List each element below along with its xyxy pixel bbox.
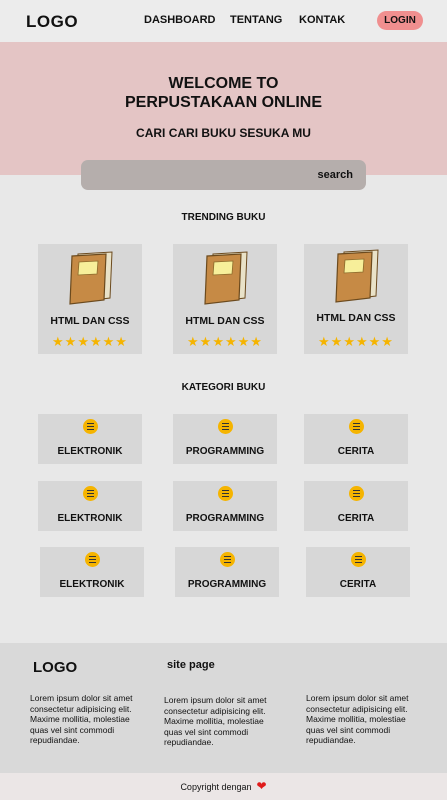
book-title: HTML DAN CSS [50, 315, 130, 327]
navbar: LOGO DASHBOARD TENTANG KONTAK LOGIN [0, 0, 447, 42]
logo[interactable]: LOGO [26, 12, 78, 32]
login-button[interactable]: LOGIN [377, 11, 423, 30]
list-icon [220, 552, 235, 567]
list-icon [218, 419, 233, 434]
trending-title: TRENDING BUKU [181, 212, 266, 223]
category-label: CERITA [339, 579, 377, 590]
category-card[interactable]: CERITA [304, 481, 408, 531]
book-icon [69, 251, 113, 305]
category-card[interactable]: ELEKTRONIK [40, 547, 144, 597]
category-card[interactable]: CERITA [304, 414, 408, 464]
footer-text: Lorem ipsum dolor sit amet consectetur a… [164, 695, 267, 747]
footer-site-page[interactable]: site page [167, 659, 215, 671]
list-icon [83, 419, 98, 434]
rating-stars: ★★★★★★ [187, 334, 263, 349]
search-input[interactable]: search [81, 160, 366, 190]
category-card[interactable]: PROGRAMMING [173, 481, 277, 531]
book-title: HTML DAN CSS [316, 312, 396, 324]
book-card[interactable]: HTML DAN CSS ★★★★★★ [173, 244, 277, 354]
list-icon [349, 419, 364, 434]
category-label: PROGRAMMING [185, 513, 265, 524]
footer-logo[interactable]: LOGO [33, 659, 77, 676]
rating-stars: ★★★★★★ [318, 334, 394, 349]
rating-stars: ★★★★★★ [52, 334, 128, 349]
category-label: PROGRAMMING [185, 446, 265, 457]
category-label: CERITA [337, 446, 375, 457]
categories-title: KATEGORI BUKU [181, 382, 266, 393]
category-card[interactable]: PROGRAMMING [173, 414, 277, 464]
search-button[interactable]: search [318, 169, 353, 181]
nav-link-dashboard[interactable]: DASHBOARD [144, 14, 216, 26]
footer-text: Lorem ipsum dolor sit amet consectetur a… [30, 693, 133, 745]
copyright-text: Copyright dengan [180, 782, 252, 792]
book-card[interactable]: HTML DAN CSS ★★★★★★ [304, 244, 408, 354]
category-label: PROGRAMMING [187, 579, 267, 590]
book-card[interactable]: HTML DAN CSS ★★★★★★ [38, 244, 142, 354]
category-card[interactable]: ELEKTRONIK [38, 481, 142, 531]
category-card[interactable]: CERITA [306, 547, 410, 597]
nav-link-tentang[interactable]: TENTANG [230, 14, 282, 26]
copyright-bar: Copyright dengan ❤ [0, 773, 447, 800]
hero-title-line1: WELCOME TO [168, 75, 279, 92]
list-icon [349, 486, 364, 501]
book-icon [335, 249, 379, 303]
category-label: CERITA [337, 513, 375, 524]
list-icon [85, 552, 100, 567]
hero-subtitle: CARI CARI BUKU SESUKA MU [136, 126, 311, 140]
hero-title-line2: PERPUSTAKAAN ONLINE [124, 94, 323, 111]
heart-icon: ❤ [256, 779, 267, 793]
hero-title: WELCOME TO PERPUSTAKAAN ONLINE [0, 74, 447, 112]
category-card[interactable]: ELEKTRONIK [38, 414, 142, 464]
list-icon [218, 486, 233, 501]
book-title: HTML DAN CSS [185, 315, 265, 327]
category-label: ELEKTRONIK [59, 579, 125, 590]
book-icon [204, 251, 248, 305]
nav-link-kontak[interactable]: KONTAK [299, 14, 345, 26]
category-label: ELEKTRONIK [57, 513, 123, 524]
footer-text: Lorem ipsum dolor sit amet consectetur a… [306, 693, 409, 745]
category-label: ELEKTRONIK [57, 446, 123, 457]
list-icon [351, 552, 366, 567]
hero-banner: WELCOME TO PERPUSTAKAAN ONLINE CARI CARI… [0, 42, 447, 175]
category-card[interactable]: PROGRAMMING [175, 547, 279, 597]
footer: LOGO site page Lorem ipsum dolor sit ame… [0, 643, 447, 773]
list-icon [83, 486, 98, 501]
